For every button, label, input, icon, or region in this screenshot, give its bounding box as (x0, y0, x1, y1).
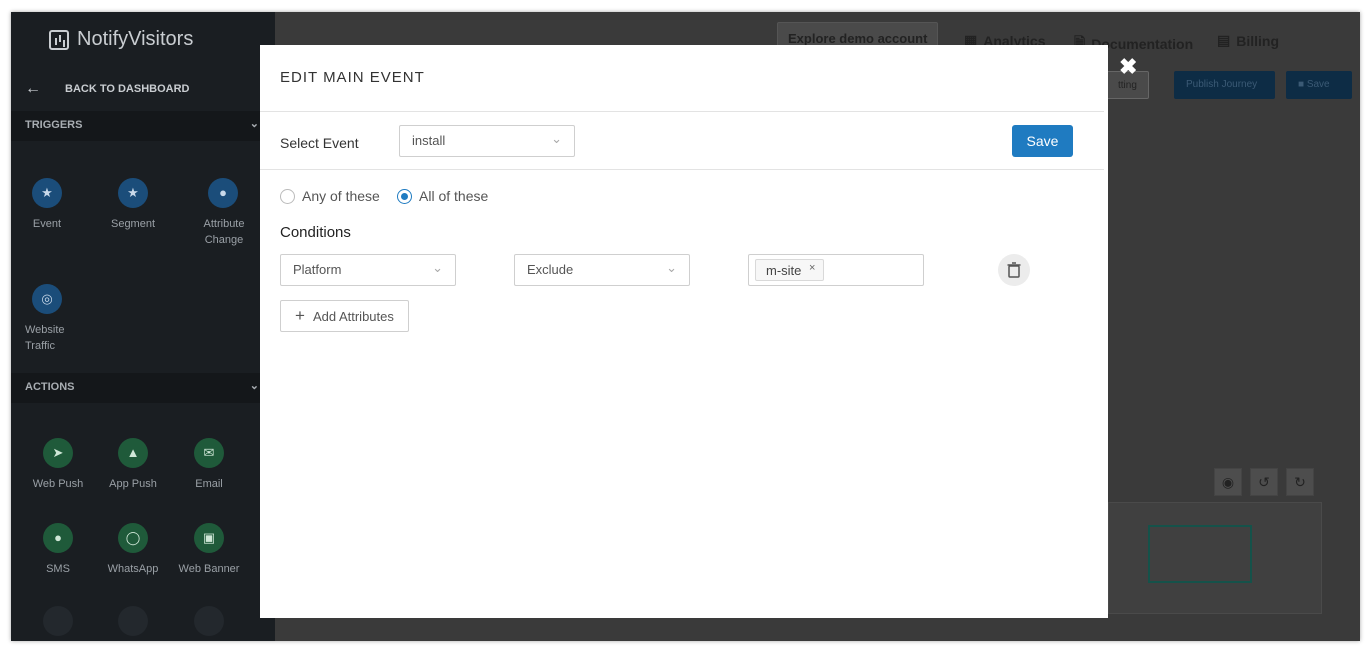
back-to-dashboard-link[interactable]: ← BACK TO DASHBOARD (25, 80, 189, 98)
actions-section-header[interactable]: ACTIONS ⌄ (11, 373, 275, 403)
star-icon: ★ (118, 178, 148, 208)
trigger-attribute-change[interactable]: ● Attribute Change (179, 178, 259, 248)
arrow-left-icon: ← (25, 80, 41, 97)
delete-condition-button[interactable] (998, 254, 1030, 286)
chevron-down-icon: ⌄ (249, 118, 259, 130)
action-label: WhatsApp (107, 563, 159, 575)
trigger-label: Event (32, 218, 62, 230)
chevron-down-icon: ⌄ (551, 131, 562, 146)
undo-icon[interactable]: ↺ (1250, 468, 1278, 496)
billing-link[interactable]: ▤ Billing (1217, 32, 1279, 49)
save-journey-button[interactable]: ■ Save (1286, 71, 1352, 99)
action-label: Email (195, 478, 223, 490)
close-icon[interactable]: ✖ (1119, 56, 1137, 78)
action-email[interactable]: ✉ Email (169, 438, 249, 492)
publish-journey-button[interactable]: Publish Journey (1174, 71, 1275, 99)
trigger-label: Attribute Change (203, 218, 245, 246)
triggers-label: TRIGGERS (25, 119, 83, 131)
radio-any-of-these[interactable]: Any of these (280, 188, 380, 204)
canvas-toolbar: ◉ ↺ ↻ (1214, 468, 1314, 496)
modal-title: EDIT MAIN EVENT (280, 69, 425, 86)
save-button[interactable]: Save (1012, 125, 1073, 157)
user-icon: ● (208, 178, 238, 208)
chevron-down-icon: ⌄ (249, 380, 259, 392)
chat-icon: ● (43, 523, 73, 553)
trigger-event[interactable]: ★ Event (11, 178, 87, 232)
action-tile-faded[interactable] (18, 606, 98, 641)
radio-any-label: Any of these (302, 188, 380, 204)
card-icon: ▤ (1217, 32, 1231, 48)
radio-circle[interactable] (280, 188, 295, 204)
image-icon: ▣ (194, 523, 224, 553)
condition-attribute-value: Platform (293, 262, 342, 277)
edit-main-event-modal: EDIT MAIN EVENT Select Event install ⌄ S… (260, 45, 1108, 618)
brand-logo: NotifyVisitors (49, 28, 193, 51)
radio-all-of-these[interactable]: All of these (397, 188, 488, 204)
select-event-dropdown[interactable]: install ⌄ (399, 125, 575, 157)
brand-name: NotifyVisitors (77, 28, 194, 50)
action-label: Web Push (32, 478, 84, 490)
divider (260, 111, 1104, 112)
add-attributes-button[interactable]: + Add Attributes (280, 300, 409, 332)
chevron-down-icon: ⌄ (666, 260, 677, 275)
triggers-section-header[interactable]: TRIGGERS ⌄ (11, 111, 275, 141)
actions-label: ACTIONS (25, 381, 75, 393)
envelope-icon: ✉ (194, 438, 224, 468)
condition-operator-value: Exclude (527, 262, 574, 277)
back-label: BACK TO DASHBOARD (65, 83, 190, 95)
select-event-label: Select Event (280, 135, 359, 151)
radio-all-label: All of these (419, 188, 489, 204)
faded-icon (43, 606, 73, 636)
action-web-banner[interactable]: ▣ Web Banner (169, 523, 249, 577)
chevron-down-icon: ⌄ (432, 260, 443, 275)
trigger-segment[interactable]: ★ Segment (93, 178, 173, 232)
action-app-push[interactable]: ▲ App Push (93, 438, 173, 492)
condition-operator-dropdown[interactable]: Exclude ⌄ (514, 254, 690, 286)
trigger-label: Website Traffic (25, 324, 65, 352)
action-web-push[interactable]: ➤ Web Push (18, 438, 98, 492)
camera-icon[interactable]: ◉ (1214, 468, 1242, 496)
billing-label: Billing (1236, 32, 1280, 49)
action-tile-faded[interactable] (93, 606, 173, 641)
value-tag-label: m-site (766, 263, 802, 278)
action-label: SMS (46, 563, 70, 575)
trash-icon (1007, 262, 1021, 278)
action-tile-faded[interactable] (169, 606, 249, 641)
chart-logo-icon (49, 29, 69, 50)
condition-values-input[interactable]: m-site × (748, 254, 924, 286)
redo-icon[interactable]: ↻ (1286, 468, 1314, 496)
whatsapp-icon: ◯ (118, 523, 148, 553)
action-sms[interactable]: ● SMS (18, 523, 98, 577)
sidebar: NotifyVisitors ← BACK TO DASHBOARD TRIGG… (11, 12, 275, 641)
faded-icon (194, 606, 224, 636)
action-whatsapp[interactable]: ◯ WhatsApp (93, 523, 173, 577)
add-attributes-label: Add Attributes (312, 308, 394, 324)
trigger-label: Segment (110, 218, 156, 230)
condition-attribute-dropdown[interactable]: Platform ⌄ (280, 254, 456, 286)
radio-circle-selected[interactable] (397, 188, 412, 204)
value-tag: m-site × (755, 259, 825, 281)
floppy-icon: ■ (1298, 79, 1305, 90)
save-journey-label: Save (1306, 79, 1330, 90)
journey-node-placeholder[interactable] (1148, 525, 1252, 583)
action-label: Web Banner (178, 563, 240, 575)
conditions-heading: Conditions (280, 224, 351, 241)
trigger-website-traffic[interactable]: ◎ Website Traffic (11, 284, 71, 354)
faded-icon (118, 606, 148, 636)
plus-icon: + (295, 306, 305, 325)
bell-icon: ▲ (118, 438, 148, 468)
star-icon: ★ (32, 178, 62, 208)
remove-tag-icon[interactable]: × (809, 262, 815, 274)
journey-builder-app: Explore demo account ▦ Analytics 🗎 Docum… (11, 12, 1360, 641)
send-icon: ➤ (43, 438, 73, 468)
select-event-value: install (412, 133, 446, 148)
divider (260, 169, 1104, 170)
globe-icon: ◎ (32, 284, 62, 314)
action-label: App Push (109, 478, 157, 490)
